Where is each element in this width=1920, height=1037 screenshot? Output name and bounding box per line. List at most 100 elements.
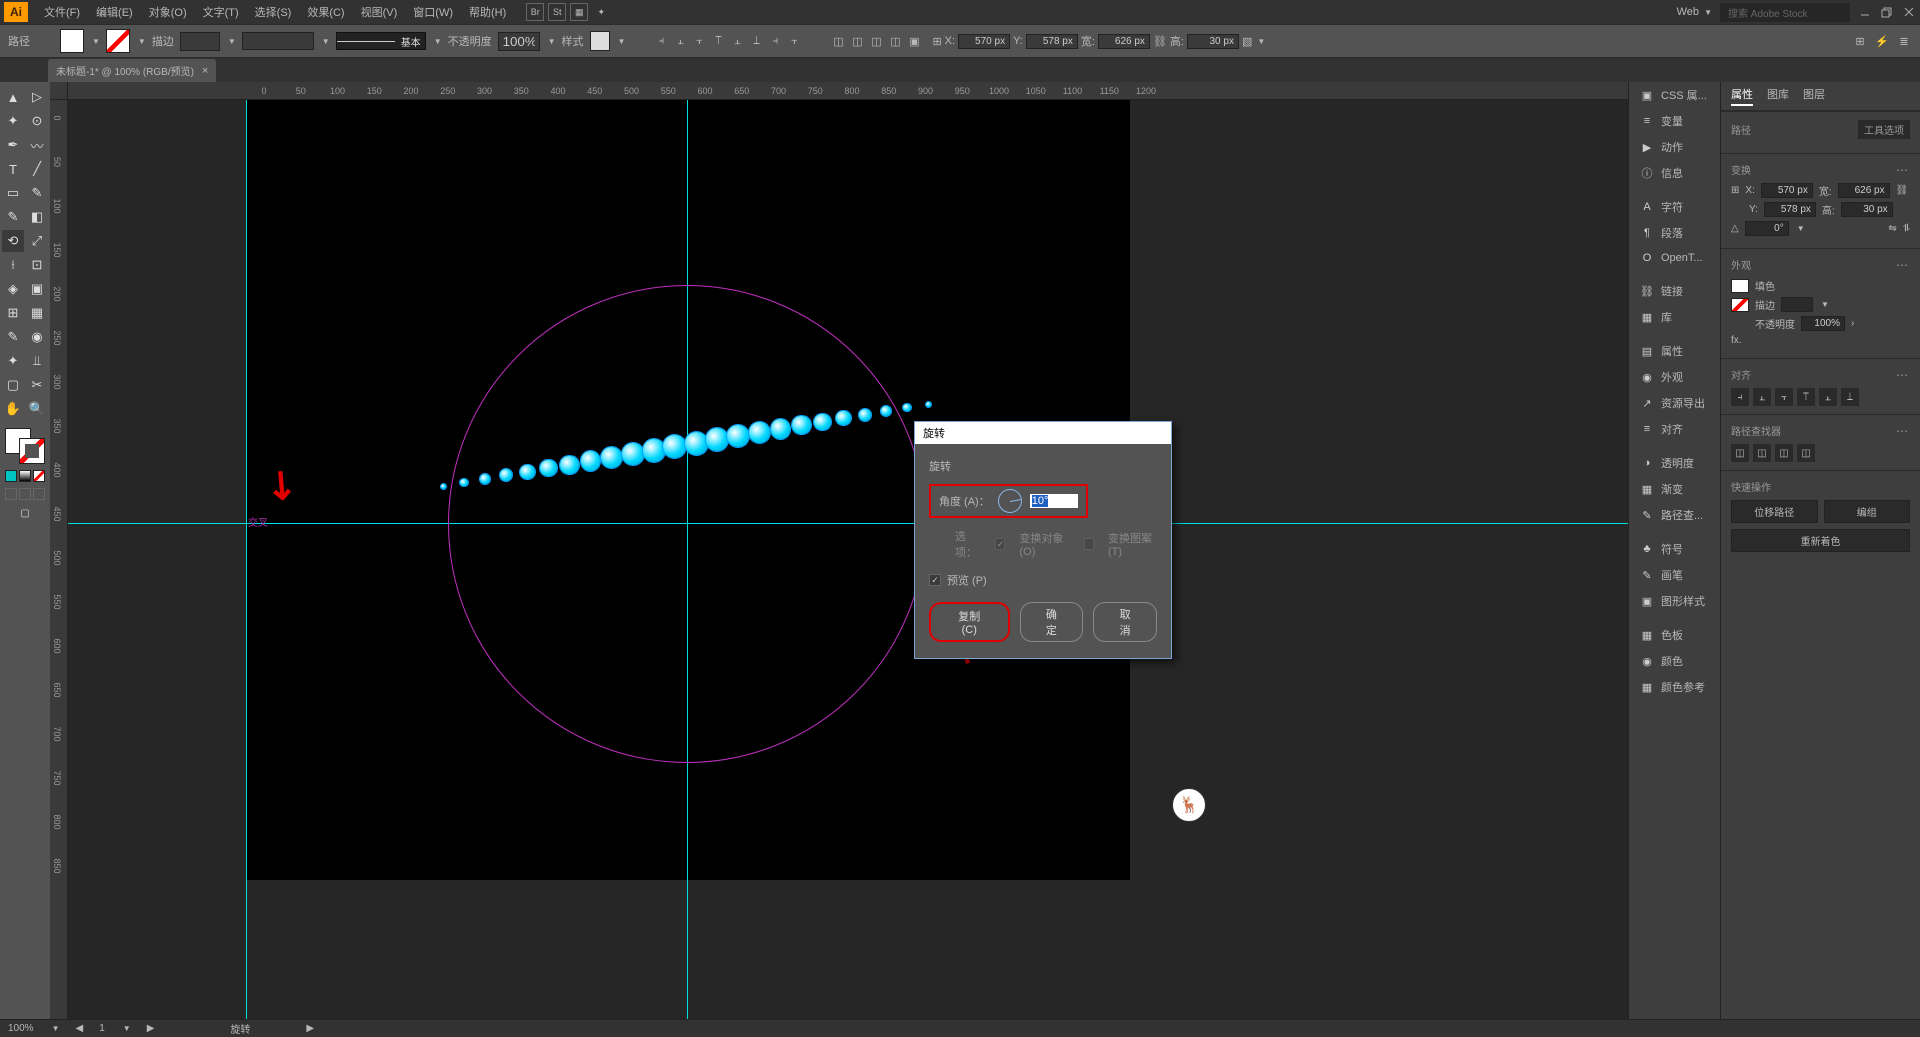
lasso-tool[interactable]: ⊙ xyxy=(26,110,48,132)
window-close-icon[interactable] xyxy=(1902,6,1916,18)
setup-icon[interactable]: ⊞ xyxy=(1852,33,1868,49)
dock-item[interactable]: ≡变量 xyxy=(1629,108,1720,134)
align-left-icon[interactable]: ⫞ xyxy=(653,33,669,49)
distribute-h-icon[interactable]: ⫞ xyxy=(767,33,783,49)
props-h-input[interactable] xyxy=(1841,202,1893,217)
menu-edit[interactable]: 编辑(E) xyxy=(88,4,141,20)
draw-normal-icon[interactable] xyxy=(5,488,17,500)
menu-select[interactable]: 选择(S) xyxy=(247,4,300,20)
status-more-icon[interactable]: ▶ xyxy=(306,1023,314,1034)
shape-minus-icon[interactable]: ◫ xyxy=(849,33,865,49)
h-input[interactable] xyxy=(1187,34,1239,49)
artboard-tool[interactable]: ▢ xyxy=(2,374,24,396)
tab-close-icon[interactable]: × xyxy=(202,65,208,77)
props-align-hcenter-icon[interactable]: ⫠ xyxy=(1753,388,1771,406)
direct-selection-tool[interactable]: ▷ xyxy=(26,86,48,108)
dock-item[interactable]: ↗资源导出 xyxy=(1629,390,1720,416)
color-mode-none[interactable] xyxy=(33,470,45,482)
dock-item[interactable]: ♣符号 xyxy=(1629,536,1720,562)
pf-intersect-icon[interactable]: ◫ xyxy=(1775,444,1793,462)
mesh-tool[interactable]: ⊞ xyxy=(2,302,24,324)
y-input[interactable] xyxy=(1026,34,1078,49)
dock-item[interactable]: ✎画笔 xyxy=(1629,562,1720,588)
pen-tool[interactable]: ✒ xyxy=(2,134,24,156)
transform-more-icon[interactable]: ⋯ xyxy=(1896,163,1910,177)
dock-item[interactable]: ▣图形样式 xyxy=(1629,588,1720,614)
angle-wheel[interactable] xyxy=(998,489,1022,513)
screen-mode-icon[interactable]: ▢ xyxy=(18,506,32,520)
rectangle-tool[interactable]: ▭ xyxy=(2,182,24,204)
perspective-tool[interactable]: ▣ xyxy=(26,278,48,300)
document-tab[interactable]: 未标题-1* @ 100% (RGB/预览) × xyxy=(48,59,216,82)
free-transform-tool[interactable]: ⊡ xyxy=(26,254,48,276)
width-tool[interactable]: ⟊ xyxy=(2,254,24,276)
shape-intersect-icon[interactable]: ◫ xyxy=(868,33,884,49)
stock-icon[interactable]: St xyxy=(548,3,566,21)
bridge-icon[interactable]: Br xyxy=(526,3,544,21)
blend-tool[interactable]: ◉ xyxy=(26,326,48,348)
isolate-icon[interactable]: ▣ xyxy=(906,33,922,49)
pf-exclude-icon[interactable]: ◫ xyxy=(1797,444,1815,462)
props-align-vcenter-icon[interactable]: ⫠ xyxy=(1819,388,1837,406)
props-align-left-icon[interactable]: ⫞ xyxy=(1731,388,1749,406)
menu-object[interactable]: 对象(O) xyxy=(141,4,195,20)
dock-item[interactable]: ¶段落 xyxy=(1629,220,1720,246)
props-y-input[interactable] xyxy=(1764,202,1816,217)
dock-item[interactable]: ✎路径查... xyxy=(1629,502,1720,528)
arrange-docs-icon[interactable]: ▦ xyxy=(570,3,588,21)
window-minimize-icon[interactable] xyxy=(1858,6,1872,18)
align-more-icon[interactable]: ⋯ xyxy=(1896,368,1910,382)
prefs-icon[interactable]: ⚡ xyxy=(1874,33,1890,49)
pf-minus-icon[interactable]: ◫ xyxy=(1753,444,1771,462)
canvas-area[interactable]: 0501001502002503003504004505005506006507… xyxy=(50,82,1628,1019)
dock-item[interactable]: ⛓链接 xyxy=(1629,278,1720,304)
slice-tool[interactable]: ✂ xyxy=(26,374,48,396)
dock-item[interactable]: OOpenT... xyxy=(1629,246,1720,270)
brush-def-dropdown[interactable]: 基本 xyxy=(336,32,426,50)
align-vcenter-icon[interactable]: ⫠ xyxy=(729,33,745,49)
offset-path-button[interactable]: 位移路径 xyxy=(1731,500,1818,523)
ref-point-icon[interactable]: ⊞ xyxy=(932,35,941,48)
guide-vertical[interactable] xyxy=(246,100,247,1019)
window-restore-icon[interactable] xyxy=(1880,6,1894,18)
paintbrush-tool[interactable]: ✎ xyxy=(26,182,48,204)
w-input[interactable] xyxy=(1098,34,1150,49)
props-align-right-icon[interactable]: ⫟ xyxy=(1775,388,1793,406)
angle-input[interactable]: 10° xyxy=(1030,494,1078,508)
link-wh-icon-2[interactable]: ⛓ xyxy=(1896,185,1909,196)
zoom-tool[interactable]: 🔍 xyxy=(26,398,48,420)
dock-item[interactable]: ⓘ信息 xyxy=(1629,160,1720,186)
stroke-swatch[interactable] xyxy=(106,29,130,53)
menu-file[interactable]: 文件(F) xyxy=(36,4,88,20)
draw-inside-icon[interactable] xyxy=(33,488,45,500)
stroke-profile-dropdown[interactable] xyxy=(242,32,314,50)
artboard-nav-next-icon[interactable]: ▶ xyxy=(147,1023,155,1034)
distribute-v-icon[interactable]: ⫟ xyxy=(786,33,802,49)
eyedropper-tool[interactable]: ✎ xyxy=(2,326,24,348)
stroke-weight-input[interactable] xyxy=(180,32,220,51)
dock-item[interactable]: ≡对齐 xyxy=(1629,416,1720,442)
align-right-icon[interactable]: ⫟ xyxy=(691,33,707,49)
shape-exclude-icon[interactable]: ◫ xyxy=(887,33,903,49)
dock-item[interactable]: ▦渐变 xyxy=(1629,476,1720,502)
artboard-number[interactable]: 1 xyxy=(99,1023,105,1034)
curvature-tool[interactable]: 〰 xyxy=(26,134,48,156)
props-stroke-swatch[interactable] xyxy=(1731,298,1749,312)
shape-builder-tool[interactable]: ◈ xyxy=(2,278,24,300)
fill-swatch[interactable] xyxy=(60,29,84,53)
dock-item[interactable]: ◑透明度 xyxy=(1629,450,1720,476)
line-tool[interactable]: ╱ xyxy=(26,158,48,180)
style-swatch[interactable] xyxy=(590,31,610,51)
stroke-label[interactable]: 描边 xyxy=(152,33,174,49)
search-stock-input[interactable]: 搜索 Adobe Stock xyxy=(1720,3,1850,22)
props-tab-library[interactable]: 图库 xyxy=(1767,86,1789,106)
link-wh-icon[interactable]: ⛓ xyxy=(1153,35,1167,48)
ruler-origin[interactable] xyxy=(50,82,68,100)
tool-options-button[interactable]: 工具选项 xyxy=(1858,120,1910,139)
dock-item[interactable]: ▶动作 xyxy=(1629,134,1720,160)
props-tab-properties[interactable]: 属性 xyxy=(1731,86,1753,106)
props-angle-input[interactable] xyxy=(1745,221,1789,236)
style-label[interactable]: 样式 xyxy=(562,33,584,49)
preview-checkbox[interactable]: ✓ xyxy=(929,574,941,586)
ok-button[interactable]: 确定 xyxy=(1020,602,1084,642)
